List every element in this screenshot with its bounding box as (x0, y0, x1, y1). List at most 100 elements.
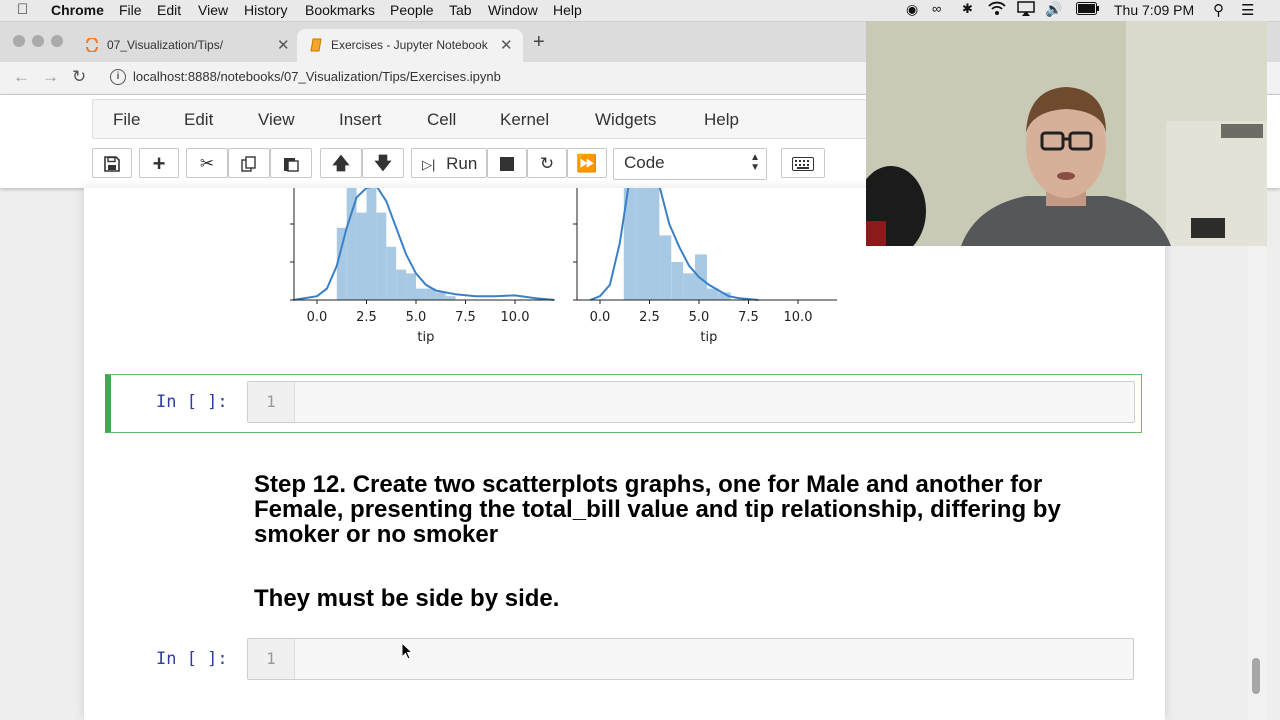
x-tick-label: 10.0 (784, 310, 813, 325)
x-tick-label: 5.0 (689, 310, 710, 325)
menu-help[interactable]: Help (704, 110, 739, 130)
fast-forward-icon: ⏩ (576, 154, 598, 173)
run-button[interactable]: ▷​| Run (411, 148, 487, 178)
histogram-bar (386, 246, 397, 300)
back-arrow-icon[interactable]: ← (13, 67, 30, 87)
menu-kernel[interactable]: Kernel (500, 110, 549, 130)
menu-chrome[interactable]: Chrome (51, 2, 104, 18)
glasses-icon[interactable]: ∞ (932, 1, 941, 16)
restart-icon: ↻ (539, 154, 555, 173)
tab-tips-folder[interactable]: 07_Visualization/Tips/ ✕ (73, 29, 295, 62)
menu-edit[interactable]: Edit (157, 2, 181, 18)
code-cell[interactable]: In [ ]: 1 (105, 634, 1142, 684)
move-up-button[interactable]: 🡅 (320, 148, 362, 178)
cell-type-select[interactable]: Code ▲ ▼ (613, 148, 767, 180)
plus-icon: + (152, 151, 166, 176)
x-tick-label: 7.5 (455, 310, 476, 325)
move-down-button[interactable]: 🡇 (362, 148, 404, 178)
tab-close-icon[interactable]: ✕ (500, 36, 513, 54)
paste-icon (284, 158, 299, 172)
histogram-bar (416, 288, 426, 300)
menu-file[interactable]: File (119, 2, 142, 18)
address-bar[interactable]: localhost:8888/notebooks/07_Visualizatio… (133, 69, 501, 84)
code-cell-selected[interactable]: In [ ]: 1 (105, 374, 1142, 433)
tab-exercises-notebook[interactable]: Exercises - Jupyter Notebook ✕ (297, 29, 523, 62)
arrow-down-icon: 🡇 (374, 154, 392, 173)
input-prompt: In [ ]: (156, 649, 228, 669)
histogram-bar (435, 292, 446, 300)
markdown-cell[interactable]: Step 12. Create two scatterplots graphs,… (254, 472, 1134, 611)
insert-cell-button[interactable]: + (139, 148, 179, 178)
page-scrollbar[interactable] (1248, 188, 1266, 720)
volume-icon[interactable]: 🔊 (1045, 1, 1062, 18)
menu-history[interactable]: History (244, 2, 288, 18)
x-tick-label: 2.5 (356, 310, 377, 325)
menu-insert[interactable]: Insert (339, 110, 382, 130)
mouse-cursor-icon (401, 642, 413, 660)
histogram-bar (366, 188, 377, 300)
tab-title: Exercises - Jupyter Notebook (331, 38, 488, 52)
record-icon[interactable]: ◉ (906, 1, 918, 18)
restart-run-all-button[interactable]: ⏩ (567, 148, 607, 178)
window-minimize-button[interactable] (32, 35, 44, 47)
clock[interactable]: Thu 7:09 PM (1114, 2, 1194, 18)
stop-icon (500, 157, 514, 171)
run-label: Run (446, 154, 478, 173)
reload-icon[interactable]: ↻ (72, 67, 86, 87)
forward-arrow-icon[interactable]: → (42, 67, 59, 87)
copy-button[interactable] (228, 148, 270, 178)
macos-menu-bar:  Chrome File Edit View History Bookmark… (0, 0, 1280, 22)
menu-bookmarks[interactable]: Bookmarks (305, 2, 375, 18)
menu-view[interactable]: View (258, 110, 295, 130)
interrupt-button[interactable] (487, 148, 527, 178)
step-forward-icon: ▷​| (422, 157, 436, 172)
window-zoom-button[interactable] (51, 35, 63, 47)
x-tick-label: 10.0 (501, 310, 530, 325)
markdown-subheading: They must be side by side. (254, 585, 560, 612)
x-axis-label: tip (700, 330, 717, 345)
menu-edit[interactable]: Edit (184, 110, 213, 130)
battery-icon[interactable] (1076, 2, 1100, 18)
wifi-icon[interactable] (988, 0, 1006, 19)
histogram-bar (683, 273, 696, 300)
x-tick-label: 0.0 (590, 310, 611, 325)
tab-title: 07_Visualization/Tips/ (107, 38, 224, 52)
line-number: 1 (248, 639, 295, 679)
apple-icon[interactable]:  (17, 1, 28, 18)
menu-view[interactable]: View (198, 2, 228, 18)
code-editor[interactable]: 1 (247, 381, 1135, 423)
save-button[interactable] (92, 148, 132, 178)
new-tab-button[interactable]: + (533, 31, 545, 54)
histogram-bar (695, 254, 707, 300)
webcam-overlay (866, 21, 1267, 246)
notebook-container[interactable]: 0.02.55.07.510.0tip0.00.10.20.3 0.02.55.… (84, 188, 1165, 720)
code-editor[interactable]: 1 (247, 638, 1134, 680)
x-tick-label: 5.0 (406, 310, 427, 325)
site-info-icon[interactable]: i (110, 69, 126, 85)
scrollbar-thumb[interactable] (1252, 658, 1260, 694)
histogram-bar (406, 273, 416, 300)
menu-window[interactable]: Window (488, 2, 538, 18)
search-icon[interactable]: ⚲ (1213, 1, 1224, 19)
window-close-button[interactable] (13, 35, 25, 47)
menu-file[interactable]: File (113, 110, 140, 130)
paste-button[interactable] (270, 148, 312, 178)
scissors-icon: ✂ (199, 154, 215, 173)
notification-center-icon[interactable]: ☰ (1241, 1, 1254, 19)
tab-close-icon[interactable]: ✕ (277, 36, 290, 54)
x-tick-label: 2.5 (639, 310, 660, 325)
select-arrows-icon: ▲ ▼ (750, 152, 760, 173)
menu-cell[interactable]: Cell (427, 110, 456, 130)
histogram-bar (635, 188, 648, 300)
menu-widgets[interactable]: Widgets (595, 110, 656, 130)
command-palette-button[interactable] (781, 148, 825, 178)
airplay-icon[interactable] (1017, 1, 1035, 20)
menu-people[interactable]: People (390, 2, 434, 18)
restart-button[interactable]: ↻ (527, 148, 567, 178)
cut-button[interactable]: ✂ (186, 148, 228, 178)
markdown-heading: Step 12. Create two scatterplots graphs,… (254, 471, 1061, 548)
keyboard-icon (792, 157, 814, 171)
menu-help[interactable]: Help (553, 2, 582, 18)
bluetooth-icon[interactable]: ✱ (962, 1, 973, 17)
menu-tab[interactable]: Tab (449, 2, 472, 18)
